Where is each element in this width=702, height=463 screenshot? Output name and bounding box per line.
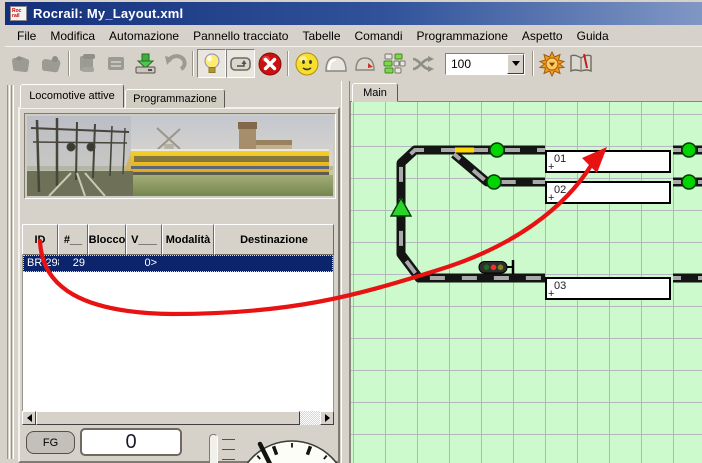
- menu-programmazione[interactable]: Programmazione: [410, 27, 515, 45]
- locomotive-photo: [24, 113, 336, 199]
- menu-aspetto[interactable]: Aspetto: [515, 27, 570, 45]
- menu-pannello-tracciato[interactable]: Pannello tracciato: [186, 27, 295, 45]
- undo-icon[interactable]: [160, 49, 189, 78]
- col-id[interactable]: ID: [22, 224, 58, 255]
- exchange-icon[interactable]: [408, 49, 437, 78]
- help-book-icon[interactable]: [566, 49, 595, 78]
- throttle-icon[interactable]: [321, 49, 350, 78]
- power-lamp-icon[interactable]: [197, 49, 226, 78]
- rocrail-window: Roc rail Rocrail: My_Layout.xml File Mod…: [0, 0, 702, 463]
- col-v[interactable]: V___: [126, 224, 162, 255]
- signal-green-4[interactable]: [682, 175, 696, 189]
- col-modalita[interactable]: Modalità: [162, 224, 214, 255]
- fg-button[interactable]: FG: [26, 431, 75, 454]
- locomotive-panel-body: ID #__ Blocco V___ Modalità Destinazione…: [18, 107, 340, 463]
- menu-file[interactable]: File: [10, 27, 43, 45]
- signal-green-3[interactable]: [682, 143, 696, 157]
- left-panel: Locomotive attive Programmazione: [17, 81, 341, 463]
- panel-splitter[interactable]: [341, 81, 350, 463]
- layout-panel: Main: [350, 81, 702, 463]
- block-03[interactable]: 03+: [545, 277, 671, 300]
- horizontal-scrollbar[interactable]: [22, 411, 334, 425]
- menu-bar: File Modifica Automazione Pannello tracc…: [5, 25, 702, 46]
- signal-green-2[interactable]: [487, 175, 501, 189]
- tab-main[interactable]: Main: [352, 83, 398, 102]
- zoom-combo-value[interactable]: 100: [446, 54, 507, 74]
- block-01[interactable]: 01+: [545, 150, 671, 173]
- toolbar-separator: [192, 51, 194, 76]
- table-row-br298[interactable]: BR 298 29 0>: [23, 255, 333, 272]
- col-destinazione[interactable]: Destinazione: [214, 224, 334, 255]
- scrollbar-track[interactable]: [300, 411, 320, 425]
- dwarf-signal[interactable]: [479, 260, 513, 274]
- speedometer-gauge: Rocrail: [231, 434, 355, 463]
- left-sash[interactable]: [5, 81, 17, 463]
- locomotive-table: ID #__ Blocco V___ Modalità Destinazione: [22, 224, 334, 255]
- col-blocco[interactable]: Blocco: [88, 224, 126, 255]
- save-icon[interactable]: [131, 49, 160, 78]
- scroll-left-icon[interactable]: [22, 411, 36, 425]
- tab-programmazione[interactable]: Programmazione: [125, 89, 225, 108]
- rocrail-logo-icon: Roc rail: [10, 6, 27, 21]
- cell-blocco: [88, 256, 125, 271]
- direction-arrow-icon[interactable]: [391, 198, 411, 216]
- window-title: Rocrail: My_Layout.xml: [33, 6, 183, 21]
- tables-icon[interactable]: [102, 49, 131, 78]
- menu-modifica[interactable]: Modifica: [43, 27, 102, 45]
- toolbar-separator: [287, 51, 289, 76]
- index-icon[interactable]: [73, 49, 102, 78]
- menu-tabelle[interactable]: Tabelle: [295, 27, 347, 45]
- cell-destinazione: [211, 256, 332, 271]
- emergency-stop-icon[interactable]: [255, 49, 284, 78]
- toolbar-separator: [532, 51, 534, 76]
- speed-display: 0: [80, 428, 182, 456]
- block-02[interactable]: 02+: [545, 181, 671, 204]
- zoom-combo-dropdown-icon[interactable]: [507, 54, 524, 74]
- menu-guida[interactable]: Guida: [570, 27, 616, 45]
- routes-icon[interactable]: [379, 49, 408, 78]
- cell-id: BR 298: [24, 256, 59, 271]
- cell-modalita: [160, 256, 211, 271]
- locomotive-list[interactable]: BR 298 29 0>: [22, 255, 334, 411]
- col-num[interactable]: #__: [58, 224, 88, 255]
- scroll-right-icon[interactable]: [320, 411, 334, 425]
- automode-icon[interactable]: [226, 49, 255, 78]
- signal-green-1[interactable]: [490, 143, 504, 157]
- table-header-row: ID #__ Blocco V___ Modalità Destinazione: [22, 224, 334, 255]
- cell-v: 0>: [125, 256, 160, 271]
- speed-slider[interactable]: [209, 434, 218, 463]
- zoom-combo[interactable]: 100: [445, 53, 525, 75]
- toolbar-separator: [68, 51, 70, 76]
- controller-icon[interactable]: [350, 49, 379, 78]
- workspace-icon[interactable]: [7, 49, 36, 78]
- toolbar: 100: [5, 46, 702, 80]
- title-bar[interactable]: Roc rail Rocrail: My_Layout.xml: [5, 2, 702, 25]
- tab-locomotive-attive[interactable]: Locomotive attive: [20, 84, 124, 108]
- smiley-icon[interactable]: [292, 49, 321, 78]
- settings-icon[interactable]: [537, 49, 566, 78]
- menu-comandi[interactable]: Comandi: [348, 27, 410, 45]
- menu-automazione[interactable]: Automazione: [102, 27, 186, 45]
- track-plan-canvas[interactable]: 01+ 02+ 03+: [350, 101, 702, 463]
- scrollbar-thumb[interactable]: [36, 411, 300, 425]
- cell-num: 29: [59, 256, 88, 271]
- open-icon[interactable]: [36, 49, 65, 78]
